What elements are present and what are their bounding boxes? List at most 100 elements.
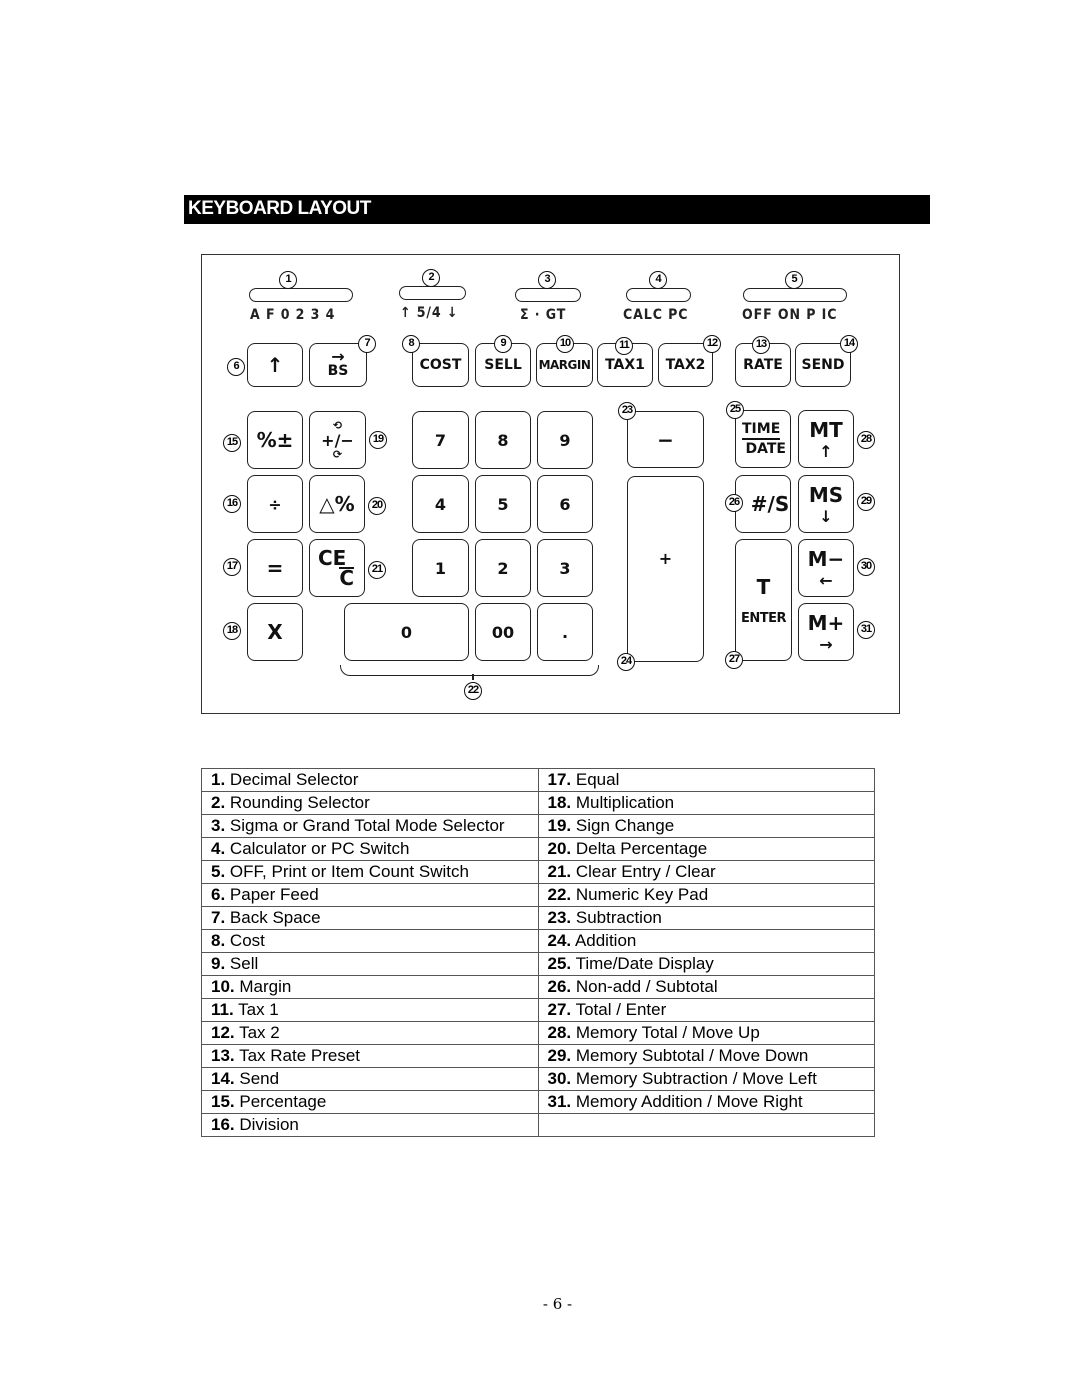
legend-text: Total / Enter (575, 1000, 667, 1019)
legend-text: Tax 1 (238, 1000, 279, 1019)
digit-key[interactable]: 4 (412, 475, 469, 533)
key-label: M− (807, 546, 845, 571)
callout-badge: 4 (649, 271, 667, 289)
legend-number: 27. (547, 1000, 572, 1019)
legend-number: 28. (547, 1023, 572, 1042)
paper-feed-key[interactable]: ↑ (247, 343, 303, 387)
legend-text: Clear Entry / Clear (575, 862, 716, 881)
multiply-key[interactable]: X (247, 603, 303, 661)
digit-key[interactable]: 7 (412, 411, 469, 469)
legend-cell-right: 20. Delta Percentage (537, 837, 875, 861)
legend-number: 22. (547, 885, 572, 904)
arrow-right-icon: → (331, 347, 345, 366)
subtract-key[interactable]: − (627, 411, 704, 468)
legend-row: 16. Division (201, 1113, 875, 1137)
legend-cell-right: 24. Addition (537, 929, 875, 953)
key-label: DATE (745, 441, 786, 457)
callout-badge: 15 (223, 434, 241, 452)
memory-minus-key[interactable]: M− ← (798, 539, 854, 597)
nonadd-subtotal-key[interactable]: #/S (735, 475, 791, 533)
legend-text: Memory Addition / Move Right (575, 1092, 803, 1111)
legend-cell-left: 3. Sigma or Grand Total Mode Selector (201, 814, 539, 838)
arrow-up-icon: ↑ (266, 353, 284, 377)
key-label: TAX1 (605, 357, 645, 373)
page-number: - 6 - (542, 1295, 573, 1313)
total-enter-key[interactable]: T ENTER (735, 539, 792, 661)
decimal-point-key[interactable]: . (537, 603, 593, 661)
rotate-arrow-icon: ⟳ (332, 447, 343, 461)
legend-cell-left: 1. Decimal Selector (201, 768, 539, 792)
legend-text: Send (239, 1069, 280, 1088)
legend-row: 12. Tax 2 28. Memory Total / Move Up (201, 1021, 875, 1045)
add-key[interactable]: + (627, 476, 704, 662)
legend-text: Percentage (239, 1092, 327, 1111)
memory-plus-key[interactable]: M+ → (798, 603, 854, 661)
digit-key-zero[interactable]: 0 (344, 603, 469, 661)
digit-key[interactable]: 1 (412, 539, 469, 597)
legend-number: 25. (547, 954, 572, 973)
sign-change-key[interactable]: ⟲ +/− ⟳ (309, 411, 366, 469)
key-label: SELL (484, 357, 522, 373)
legend-number: 26. (547, 977, 572, 996)
legend-number: 18. (547, 793, 572, 812)
legend-cell-left: 8. Cost (201, 929, 539, 953)
arrow-down-icon: ↓ (819, 506, 833, 526)
callout-badge: 14 (840, 335, 858, 353)
clear-key[interactable]: CE C (309, 539, 365, 597)
legend-text: Paper Feed (229, 885, 319, 904)
legend-number: 17. (547, 770, 572, 789)
equal-key[interactable]: = (247, 539, 303, 597)
callout-badge: 27 (725, 651, 743, 669)
legend-number: 2. (211, 793, 226, 812)
key-label: RATE (743, 357, 783, 373)
legend-text: Rounding Selector (229, 793, 370, 812)
legend-number: 6. (211, 885, 226, 904)
key-label: + (658, 549, 673, 568)
legend-text: Memory Subtraction / Move Left (575, 1069, 817, 1088)
legend-text: Cost (229, 931, 265, 950)
legend-row: 14. Send 30. Memory Subtraction / Move Le… (201, 1067, 875, 1091)
legend-cell-right: 29. Memory Subtotal / Move Down (537, 1044, 875, 1068)
delta-percent-key[interactable]: △% (309, 475, 365, 533)
key-label: 9 (559, 430, 571, 450)
digit-key[interactable]: 9 (537, 411, 593, 469)
key-label: CE (318, 546, 347, 570)
digit-key[interactable]: 5 (475, 475, 531, 533)
memory-subtotal-key[interactable]: MS ↓ (798, 475, 854, 533)
section-header: KEYBOARD LAYOUT (184, 195, 930, 224)
digit-key[interactable]: 2 (475, 539, 531, 597)
digit-key[interactable]: 6 (537, 475, 593, 533)
legend-row: 4. Calculator or PC Switch 20. Delta Perc… (201, 837, 875, 861)
percent-key[interactable]: %± (247, 411, 303, 469)
legend-cell-right: 27. Total / Enter (537, 998, 875, 1022)
legend-cell-right (537, 1113, 875, 1137)
digit-key[interactable]: 8 (475, 411, 531, 469)
legend-text: Sigma or Grand Total Mode Selector (229, 816, 505, 835)
switch-slot (249, 288, 353, 302)
callout-badge: 19 (369, 431, 387, 449)
switch-label: ↑ 5/4 ↓ (400, 305, 459, 321)
key-label: T (756, 574, 771, 599)
legend-text: Sell (229, 954, 259, 973)
legend-number: 8. (211, 931, 226, 950)
legend-cell-left: 11. Tax 1 (201, 998, 539, 1022)
divide-key[interactable]: ÷ (247, 475, 303, 533)
legend-number: 3. (211, 816, 226, 835)
backspace-key[interactable]: → BS (309, 343, 367, 387)
legend-cell-right: 26. Non-add / Subtotal (537, 975, 875, 999)
cost-key[interactable]: COST (412, 343, 469, 387)
time-date-key[interactable]: TIME DATE (735, 410, 791, 468)
legend-cell-right: 30. Memory Subtraction / Move Left (537, 1067, 875, 1091)
legend-text: Numeric Key Pad (575, 885, 709, 904)
arrow-up-icon: ↑ (819, 441, 833, 461)
arrow-right-icon: → (819, 634, 833, 654)
memory-total-key[interactable]: MT ↑ (798, 410, 854, 468)
legend-cell-right: 28. Memory Total / Move Up (537, 1021, 875, 1045)
digit-key-double-zero[interactable]: 00 (475, 603, 531, 661)
legend-number: 4. (211, 839, 226, 858)
callout-badge: 10 (556, 335, 574, 353)
digit-key[interactable]: 3 (537, 539, 593, 597)
legend-cell-left: 9. Sell (201, 952, 539, 976)
legend-text: OFF, Print or Item Count Switch (229, 862, 469, 881)
key-label: 4 (434, 494, 447, 514)
